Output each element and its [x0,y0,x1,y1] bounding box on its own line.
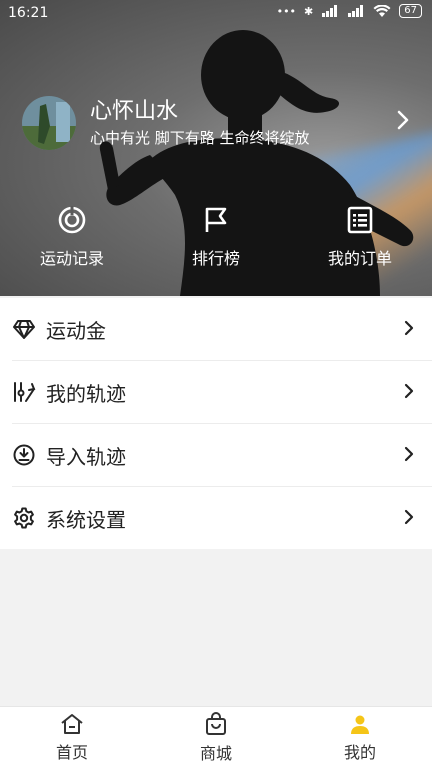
status-icons: ••• ✱ 67 [277,4,422,18]
more-dots-icon: ••• [276,4,297,18]
menu-item-label: 系统设置 [46,507,126,532]
status-bar: 16:21 ••• ✱ 67 [0,0,432,28]
avatar[interactable] [22,96,76,150]
order-list-icon [347,206,373,234]
quick-action-label: 我的订单 [327,249,392,268]
menu-item-label: 我的轨迹 [46,381,126,406]
chevron-right-icon [404,320,414,336]
tab-mall[interactable]: 商城 [144,707,288,769]
track-icon [12,380,36,404]
bluetooth-icon: ✱ [304,4,314,18]
signal-icon [322,5,338,17]
signal-icon-2 [348,5,364,17]
menu-item-label: 运动金 [46,318,106,343]
chevron-right-icon [404,383,414,399]
profile-motto: 心中有光 脚下有路 生命终将绽放 [90,129,310,147]
quick-action-activity-record[interactable]: 运动记录 [0,205,144,285]
quick-actions: 运动记录 排行榜 我的订单 [0,205,432,285]
tab-mine[interactable]: 我的 [288,707,432,769]
profile-card[interactable]: 心怀山水 心中有光 脚下有路 生命终将绽放 [22,95,422,151]
profile-name: 心怀山水 [90,99,179,124]
tab-label: 首页 [55,743,88,762]
menu-item-sports-gold[interactable]: 运动金 [12,298,432,361]
tab-home[interactable]: 首页 [0,707,144,769]
menu-item-label: 导入轨迹 [46,444,126,469]
quick-action-label: 运动记录 [39,249,104,268]
bottom-tab-bar: 首页 商城 我的 [0,706,432,769]
menu-item-import-tracks[interactable]: 导入轨迹 [12,424,432,487]
wifi-icon [373,4,391,17]
home-icon [61,714,83,734]
download-circle-icon [12,443,36,467]
tab-label: 我的 [343,743,376,762]
chevron-right-icon[interactable] [396,109,410,131]
gear-icon [12,506,36,530]
tab-label: 商城 [199,744,232,763]
activity-record-icon [58,206,86,234]
shopping-bag-icon [206,712,226,735]
status-time: 16:21 [8,5,49,21]
menu-item-my-tracks[interactable]: 我的轨迹 [12,361,432,424]
chevron-right-icon [404,509,414,525]
chevron-right-icon [404,446,414,462]
battery-indicator: 67 [399,4,422,18]
flag-icon [205,207,227,232]
quick-action-my-orders[interactable]: 我的订单 [288,205,432,285]
quick-action-leaderboard[interactable]: 排行榜 [144,205,288,285]
settings-menu: 运动金 我的轨迹 导入轨迹 系统设置 [0,298,432,549]
diamond-icon [12,317,36,341]
person-icon [351,715,369,734]
quick-action-label: 排行榜 [191,249,240,268]
menu-item-system-settings[interactable]: 系统设置 [12,487,432,549]
